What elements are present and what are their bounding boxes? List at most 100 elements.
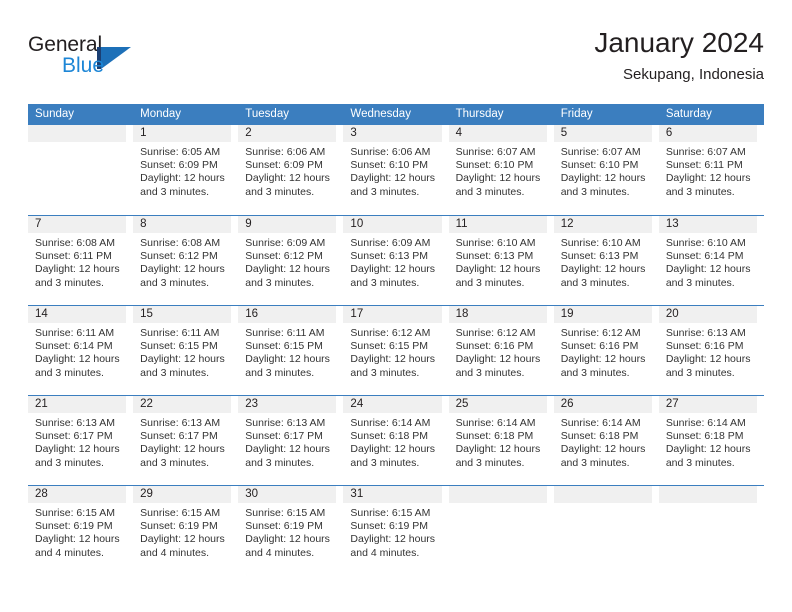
week-row: 7 Sunrise: 6:08 AM Sunset: 6:11 PM Dayli… bbox=[28, 215, 764, 305]
day-cell[interactable] bbox=[658, 486, 764, 575]
daylight-text-line2: and 3 minutes. bbox=[245, 366, 315, 379]
day-details bbox=[659, 503, 760, 507]
sunrise-text: Sunrise: 6:07 AM bbox=[560, 146, 641, 158]
day-cell[interactable]: 15 Sunrise: 6:11 AM Sunset: 6:15 PM Dayl… bbox=[133, 306, 238, 395]
daylight-text-line2: and 3 minutes. bbox=[140, 185, 210, 198]
sunrise-text: Sunrise: 6:06 AM bbox=[350, 146, 431, 158]
day-cell[interactable]: 5 Sunrise: 6:07 AM Sunset: 6:10 PM Dayli… bbox=[553, 125, 659, 215]
day-cell[interactable]: 22 Sunrise: 6:13 AM Sunset: 6:17 PM Dayl… bbox=[133, 396, 238, 485]
day-cell[interactable]: 21 Sunrise: 6:13 AM Sunset: 6:17 PM Dayl… bbox=[28, 396, 133, 485]
weekday-header-sunday: Sunday bbox=[35, 108, 75, 120]
sunset-text: Sunset: 6:09 PM bbox=[245, 159, 323, 172]
day-cell[interactable] bbox=[28, 125, 133, 215]
day-details: Sunrise: 6:15 AM Sunset: 6:19 PM Dayligh… bbox=[238, 503, 339, 560]
day-details: Sunrise: 6:14 AM Sunset: 6:18 PM Dayligh… bbox=[449, 413, 550, 470]
day-cell[interactable]: 16 Sunrise: 6:11 AM Sunset: 6:15 PM Dayl… bbox=[238, 306, 343, 395]
daylight-text-line2: and 3 minutes. bbox=[560, 185, 630, 198]
day-number: 16 bbox=[245, 308, 259, 320]
day-cell[interactable]: 2 Sunrise: 6:06 AM Sunset: 6:09 PM Dayli… bbox=[238, 125, 343, 215]
day-cell[interactable]: 6 Sunrise: 6:07 AM Sunset: 6:11 PM Dayli… bbox=[658, 125, 764, 215]
daylight-text-line2: and 3 minutes. bbox=[455, 366, 525, 379]
sunrise-text: Sunrise: 6:10 AM bbox=[455, 237, 536, 249]
sunrise-text: Sunrise: 6:05 AM bbox=[140, 146, 221, 158]
daylight-text-line1: Daylight: 12 hours bbox=[245, 353, 330, 366]
general-blue-logo[interactable]: General Blue bbox=[28, 34, 268, 90]
weekday-header-monday: Monday bbox=[140, 108, 182, 120]
day-cell[interactable]: 10 Sunrise: 6:09 AM Sunset: 6:13 PM Dayl… bbox=[343, 216, 448, 305]
daylight-text-line1: Daylight: 12 hours bbox=[140, 263, 225, 276]
day-cell[interactable]: 4 Sunrise: 6:07 AM Sunset: 6:10 PM Dayli… bbox=[448, 125, 554, 215]
sunrise-text: Sunrise: 6:14 AM bbox=[350, 417, 431, 429]
day-number: 8 bbox=[140, 218, 147, 230]
day-details: Sunrise: 6:14 AM Sunset: 6:18 PM Dayligh… bbox=[554, 413, 655, 470]
sunset-text: Sunset: 6:18 PM bbox=[560, 430, 639, 443]
brand-name-general: General bbox=[28, 33, 103, 56]
day-cell[interactable]: 1 Sunrise: 6:05 AM Sunset: 6:09 PM Dayli… bbox=[133, 125, 238, 215]
day-details bbox=[554, 503, 655, 507]
day-cell[interactable]: 7 Sunrise: 6:08 AM Sunset: 6:11 PM Dayli… bbox=[28, 216, 133, 305]
daylight-text-line2: and 3 minutes. bbox=[350, 185, 420, 198]
daylight-text-line2: and 3 minutes. bbox=[350, 366, 420, 379]
day-details bbox=[28, 142, 129, 146]
page-header: General Blue January 2024 Sekupang, Indo… bbox=[28, 26, 764, 98]
sunset-text: Sunset: 6:17 PM bbox=[140, 430, 218, 443]
daylight-text-line1: Daylight: 12 hours bbox=[665, 443, 751, 456]
day-cell[interactable]: 27 Sunrise: 6:14 AM Sunset: 6:18 PM Dayl… bbox=[658, 396, 764, 485]
weekday-header-thursday: Thursday bbox=[455, 108, 504, 120]
sunrise-text: Sunrise: 6:11 AM bbox=[140, 327, 220, 339]
day-cell[interactable]: 18 Sunrise: 6:12 AM Sunset: 6:16 PM Dayl… bbox=[448, 306, 554, 395]
day-number: 6 bbox=[665, 127, 673, 139]
sunrise-text: Sunrise: 6:14 AM bbox=[665, 417, 746, 429]
day-details: Sunrise: 6:13 AM Sunset: 6:17 PM Dayligh… bbox=[238, 413, 339, 470]
day-number: 25 bbox=[455, 398, 469, 410]
day-cell[interactable]: 25 Sunrise: 6:14 AM Sunset: 6:18 PM Dayl… bbox=[448, 396, 554, 485]
daylight-text-line2: and 3 minutes. bbox=[140, 456, 210, 469]
day-cell[interactable]: 9 Sunrise: 6:09 AM Sunset: 6:12 PM Dayli… bbox=[238, 216, 343, 305]
sunset-text: Sunset: 6:16 PM bbox=[455, 340, 534, 353]
day-cell[interactable]: 8 Sunrise: 6:08 AM Sunset: 6:12 PM Dayli… bbox=[133, 216, 238, 305]
sunrise-text: Sunrise: 6:13 AM bbox=[665, 327, 746, 339]
calendar-grid: Sunday Monday Tuesday Wednesday Thursday… bbox=[28, 104, 764, 575]
day-cell[interactable]: 3 Sunrise: 6:06 AM Sunset: 6:10 PM Dayli… bbox=[343, 125, 448, 215]
daylight-text-line2: and 3 minutes. bbox=[140, 366, 210, 379]
weekday-header-row: Sunday Monday Tuesday Wednesday Thursday… bbox=[28, 104, 764, 125]
day-details: Sunrise: 6:05 AM Sunset: 6:09 PM Dayligh… bbox=[133, 142, 234, 199]
daylight-text-line1: Daylight: 12 hours bbox=[455, 263, 541, 276]
day-cell[interactable]: 26 Sunrise: 6:14 AM Sunset: 6:18 PM Dayl… bbox=[553, 396, 659, 485]
day-details: Sunrise: 6:11 AM Sunset: 6:15 PM Dayligh… bbox=[238, 323, 339, 380]
sunset-text: Sunset: 6:16 PM bbox=[560, 340, 639, 353]
sunrise-text: Sunrise: 6:07 AM bbox=[665, 146, 746, 158]
day-cell[interactable]: 24 Sunrise: 6:14 AM Sunset: 6:18 PM Dayl… bbox=[343, 396, 448, 485]
day-cell[interactable]: 20 Sunrise: 6:13 AM Sunset: 6:16 PM Dayl… bbox=[658, 306, 764, 395]
day-cell[interactable]: 19 Sunrise: 6:12 AM Sunset: 6:16 PM Dayl… bbox=[553, 306, 659, 395]
day-cell[interactable]: 31 Sunrise: 6:15 AM Sunset: 6:19 PM Dayl… bbox=[343, 486, 448, 575]
sunrise-text: Sunrise: 6:06 AM bbox=[245, 146, 326, 158]
title-block: January 2024 Sekupang, Indonesia bbox=[284, 26, 764, 86]
daylight-text-line1: Daylight: 12 hours bbox=[245, 443, 330, 456]
day-details: Sunrise: 6:13 AM Sunset: 6:17 PM Dayligh… bbox=[28, 413, 129, 470]
day-details: Sunrise: 6:09 AM Sunset: 6:12 PM Dayligh… bbox=[238, 233, 339, 290]
day-cell[interactable] bbox=[448, 486, 554, 575]
day-cell[interactable]: 17 Sunrise: 6:12 AM Sunset: 6:15 PM Dayl… bbox=[343, 306, 448, 395]
day-cell[interactable]: 23 Sunrise: 6:13 AM Sunset: 6:17 PM Dayl… bbox=[238, 396, 343, 485]
day-cell[interactable]: 14 Sunrise: 6:11 AM Sunset: 6:14 PM Dayl… bbox=[28, 306, 133, 395]
day-number: 23 bbox=[245, 398, 259, 410]
day-cell[interactable]: 12 Sunrise: 6:10 AM Sunset: 6:13 PM Dayl… bbox=[553, 216, 659, 305]
day-cell[interactable]: 29 Sunrise: 6:15 AM Sunset: 6:19 PM Dayl… bbox=[133, 486, 238, 575]
location-subtitle: Sekupang, Indonesia bbox=[623, 66, 764, 83]
day-cell[interactable] bbox=[553, 486, 659, 575]
day-number: 31 bbox=[350, 488, 364, 500]
day-cell[interactable]: 11 Sunrise: 6:10 AM Sunset: 6:13 PM Dayl… bbox=[448, 216, 554, 305]
day-details: Sunrise: 6:06 AM Sunset: 6:09 PM Dayligh… bbox=[238, 142, 339, 199]
sunset-text: Sunset: 6:11 PM bbox=[665, 159, 743, 172]
day-cell[interactable]: 28 Sunrise: 6:15 AM Sunset: 6:19 PM Dayl… bbox=[28, 486, 133, 575]
sunset-text: Sunset: 6:16 PM bbox=[665, 340, 744, 353]
day-cell[interactable]: 30 Sunrise: 6:15 AM Sunset: 6:19 PM Dayl… bbox=[238, 486, 343, 575]
day-number: 13 bbox=[665, 218, 679, 230]
day-details: Sunrise: 6:15 AM Sunset: 6:19 PM Dayligh… bbox=[343, 503, 444, 560]
sunset-text: Sunset: 6:18 PM bbox=[665, 430, 744, 443]
daylight-text-line2: and 4 minutes. bbox=[350, 546, 420, 559]
day-cell[interactable]: 13 Sunrise: 6:10 AM Sunset: 6:14 PM Dayl… bbox=[658, 216, 764, 305]
daylight-text-line1: Daylight: 12 hours bbox=[665, 263, 751, 276]
sunrise-text: Sunrise: 6:14 AM bbox=[455, 417, 536, 429]
